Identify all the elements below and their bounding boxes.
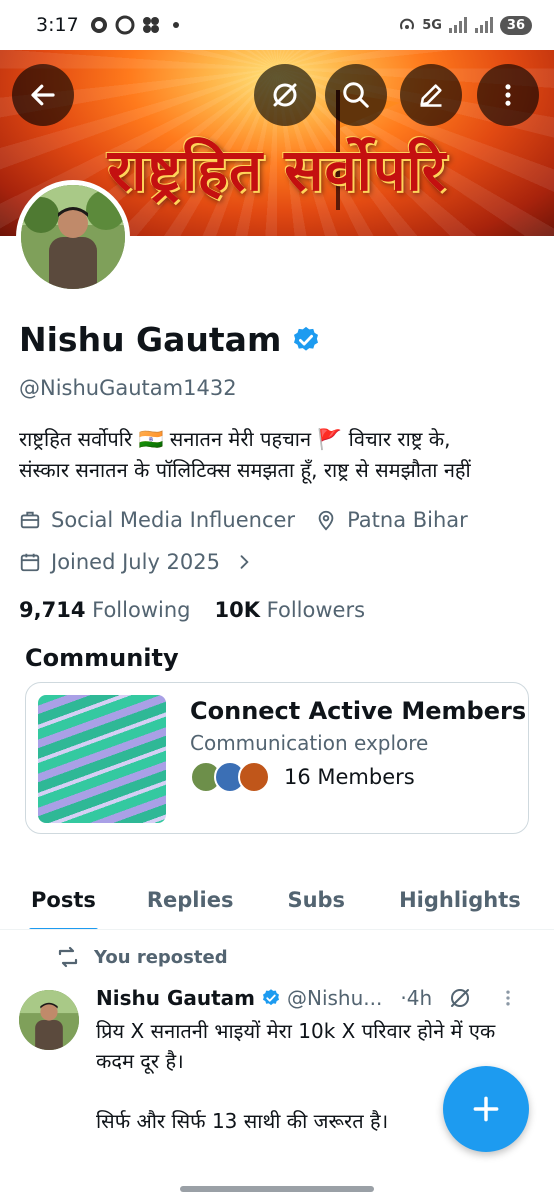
notification-icons	[89, 15, 179, 35]
grok-button[interactable]	[254, 64, 316, 126]
community-subtitle: Communication explore	[190, 731, 429, 755]
grok-icon	[273, 83, 297, 107]
follow-stats: 9,714 Following 10K Followers	[19, 598, 365, 622]
more-notifications-dot	[172, 22, 179, 28]
bio-line: राष्ट्रहित सर्वोपरि 🇮🇳 सनातन मेरी पहचान …	[19, 427, 451, 451]
status-bar: 3:17 5G 36	[0, 0, 554, 50]
avatar-photo	[19, 990, 79, 1050]
post-text-line: प्रिय X सनातनी भाइयों मेरा 10k X परिवार …	[96, 1019, 496, 1073]
post-author-name[interactable]: Nishu Gautam	[96, 986, 255, 1010]
profile-handle: @NishuGautam1432	[19, 376, 237, 400]
following-link[interactable]: 9,714 Following	[19, 598, 190, 622]
profile-location: Patna Bihar	[347, 508, 468, 532]
notification-icon	[90, 17, 107, 33]
battery-indicator: 36	[499, 15, 532, 35]
arrow-left-icon	[31, 84, 55, 106]
joined-row[interactable]: Joined July 2025	[19, 550, 254, 574]
signal-icon	[474, 17, 493, 33]
briefcase-icon	[20, 511, 40, 529]
community-members: 16 Members	[190, 761, 415, 793]
more-vertical-icon[interactable]	[498, 988, 518, 1008]
more-vertical-icon	[505, 84, 511, 106]
signal-icon	[448, 17, 467, 33]
profile-name: Nishu Gautam	[19, 320, 282, 359]
followers-count: 10K	[214, 598, 260, 622]
location-pin-icon	[318, 510, 334, 531]
notification-icon	[115, 15, 135, 35]
community-section-title: Community	[25, 644, 179, 672]
search-button[interactable]	[325, 64, 387, 126]
profile-category: Social Media Influencer	[51, 508, 296, 532]
community-card[interactable]: Connect Active Members Communication exp…	[25, 682, 529, 834]
grok-icon[interactable]	[448, 986, 472, 1010]
verified-badge-icon[interactable]	[291, 325, 321, 355]
profile-joined: Joined July 2025	[51, 550, 220, 574]
pinwheel-icon	[142, 17, 159, 33]
pencil-icon	[420, 84, 442, 107]
community-thumbnail	[38, 695, 166, 823]
system-icons: 5G 36	[398, 15, 532, 35]
repost-indicator: You reposted	[56, 946, 228, 968]
home-indicator[interactable]	[180, 1186, 374, 1192]
tab-subs[interactable]: Subs	[287, 888, 345, 912]
chevron-right-icon	[240, 555, 249, 569]
verified-badge-icon	[262, 989, 279, 1006]
status-time: 3:17	[36, 14, 79, 36]
network-type: 5G	[422, 17, 442, 33]
calendar-icon	[20, 553, 40, 572]
edit-button[interactable]	[400, 64, 462, 126]
member-avatar	[238, 761, 270, 793]
repost-label: You reposted	[94, 946, 228, 968]
followers-link[interactable]: 10K Followers	[214, 598, 365, 622]
profile-tabs: Posts Replies Subs Highlights A	[0, 870, 554, 930]
profile-avatar[interactable]	[16, 180, 130, 294]
following-count: 9,714	[19, 598, 86, 622]
post-time: ·4h	[400, 986, 433, 1010]
profile-meta-row: Social Media Influencer Patna Bihar	[19, 508, 468, 532]
post-header: Nishu Gautam @Nishu... ·4h	[96, 986, 536, 1010]
members-count: 16 Members	[284, 765, 415, 789]
bio-line: संस्कार सनातन के पॉलिटिक्स समझता हूँ, रा…	[19, 458, 471, 482]
tab-posts[interactable]: Posts	[29, 888, 98, 929]
search-icon	[343, 82, 369, 108]
followers-label: Followers	[266, 598, 366, 622]
following-label: Following	[92, 598, 191, 622]
post-author-handle: @Nishu...	[286, 986, 383, 1010]
compose-post-button[interactable]	[443, 1066, 529, 1152]
more-options-button[interactable]	[477, 64, 539, 126]
tab-replies[interactable]: Replies	[147, 888, 234, 912]
profile-name-row: Nishu Gautam	[19, 320, 321, 359]
plus-icon	[473, 1096, 499, 1122]
hotspot-icon	[400, 18, 415, 30]
avatar-photo	[21, 185, 125, 289]
back-button[interactable]	[12, 64, 74, 126]
repost-icon	[58, 946, 78, 968]
profile-bio: राष्ट्रहित सर्वोपरि 🇮🇳 सनातन मेरी पहचान …	[19, 424, 539, 486]
community-name: Connect Active Members	[190, 697, 527, 725]
tab-highlights[interactable]: Highlights	[399, 888, 521, 912]
post-author-avatar[interactable]	[19, 990, 79, 1050]
